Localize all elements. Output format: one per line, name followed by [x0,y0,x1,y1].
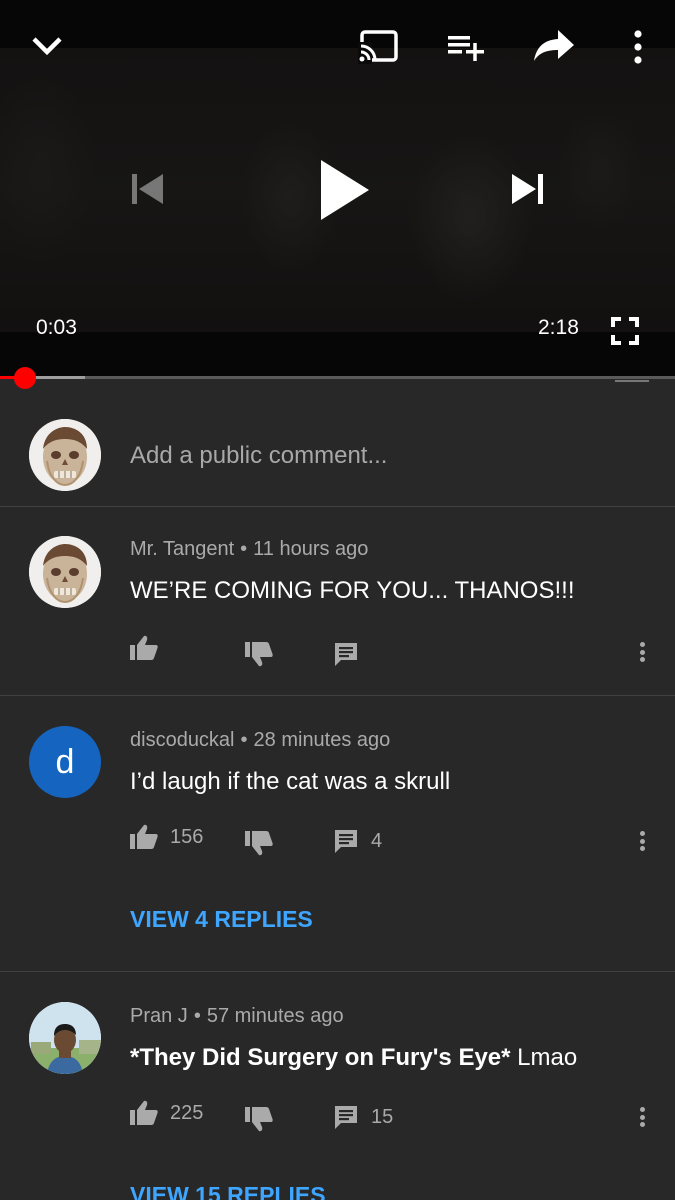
like-button[interactable]: 156 [130,824,203,850]
thumbs-up-icon [130,824,158,849]
dislike-button[interactable] [245,830,273,856]
scrubber-handle[interactable] [13,367,36,389]
reply-button[interactable] [333,641,359,667]
skip-previous-icon [132,174,163,204]
user-avatar [29,419,101,491]
meta-separator: • [240,729,248,751]
comment-more-button[interactable] [632,826,652,856]
comment-avatar[interactable]: d [29,726,101,798]
view-replies-link[interactable]: VIEW 15 REPLIES [130,1182,326,1200]
skull-face-avatar-icon [29,419,101,491]
sort-comments-icon[interactable] [615,380,649,384]
comment-input[interactable]: Add a public comment... [130,442,387,470]
chevron-down-icon [32,37,62,56]
duration-time: 2:18 [538,316,579,339]
thumbs-down-icon [245,642,273,667]
comment-text-rest: Lmao [510,1044,578,1071]
comment-meta: discoduckal • 28 minutes ago [130,729,390,752]
comment-avatar[interactable] [29,1002,101,1074]
video-player[interactable]: 0:03 2:18 [0,0,675,378]
reply-button[interactable]: 4 [333,828,382,854]
comment-meta: Pran J • 57 minutes ago [130,1005,344,1028]
thumbs-down-icon [245,831,273,856]
next-button[interactable] [505,166,551,212]
comment-author[interactable]: discoduckal [130,729,235,751]
play-icon [321,160,369,220]
comment-author[interactable]: Mr. Tangent [130,538,234,560]
meta-separator: • [193,1005,201,1027]
comment-time: 11 hours ago [253,538,369,560]
current-time: 0:03 [36,316,77,339]
previous-button[interactable] [124,166,170,212]
fullscreen-icon [611,317,639,345]
add-to-playlist-button[interactable] [444,28,488,64]
reply-count: 4 [371,829,383,852]
comment-text-bold: *They Did Surgery on Fury's Eye* [130,1044,511,1071]
comment-text: *They Did Surgery on Fury's Eye* Lmao [130,1044,577,1072]
comment-avatar[interactable] [29,536,101,608]
fullscreen-button[interactable] [608,314,642,348]
comment-meta: Mr. Tangent • 11 hours ago [130,538,368,561]
reply-button[interactable]: 15 [333,1104,393,1130]
meta-separator: • [240,538,248,560]
comment-more-button[interactable] [632,1102,652,1132]
comment-item: d discoduckal • 28 minutes ago I’d laugh i… [0,696,675,971]
cast-icon [358,30,398,64]
more-vert-icon [634,30,642,64]
comment-time: 28 minutes ago [253,729,391,751]
like-button[interactable] [130,635,158,661]
reply-comment-icon [335,830,357,853]
play-button[interactable] [310,152,376,228]
more-options-button[interactable] [626,26,650,68]
cast-button[interactable] [356,26,402,66]
seek-bar[interactable] [0,367,675,389]
comment-text: WE’RE COMING FOR YOU... THANOS!!! [130,577,575,604]
share-icon [534,30,574,61]
view-replies-link[interactable]: VIEW 4 REPLIES [130,906,313,933]
comment-item: Pran J • 57 minutes ago *They Did Surgery … [0,972,675,1200]
reply-count: 15 [371,1105,394,1128]
skip-next-icon [512,174,543,204]
thumbs-up-icon [130,1100,158,1125]
comment-more-button[interactable] [632,637,652,667]
dislike-button[interactable] [245,1106,273,1132]
add-to-playlist-icon [448,36,484,61]
share-button[interactable] [530,24,578,66]
app-screen: 0:03 2:18 Add a public comment... Mr. Ta… [0,0,675,1200]
comment-item: Mr. Tangent • 11 hours ago WE’RE COMING FO… [0,507,675,695]
comment-author[interactable]: Pran J [130,1005,188,1027]
comment-text: I’d laugh if the cat was a skrull [130,768,451,795]
skull-face-avatar-icon [29,536,101,608]
dislike-button[interactable] [245,641,273,667]
comment-time: 57 minutes ago [206,1005,344,1027]
thumbs-up-icon [130,635,158,660]
person-photo-avatar-icon [29,1002,101,1074]
like-count: 225 [170,1101,204,1124]
played-bar [0,376,15,379]
reply-comment-icon [335,1106,357,1129]
add-comment-row[interactable]: Add a public comment... [0,400,675,506]
like-count: 156 [170,825,204,848]
minimize-button[interactable] [26,26,68,64]
thumbs-down-icon [245,1107,273,1132]
like-button[interactable]: 225 [130,1100,203,1126]
reply-comment-icon [335,643,357,666]
